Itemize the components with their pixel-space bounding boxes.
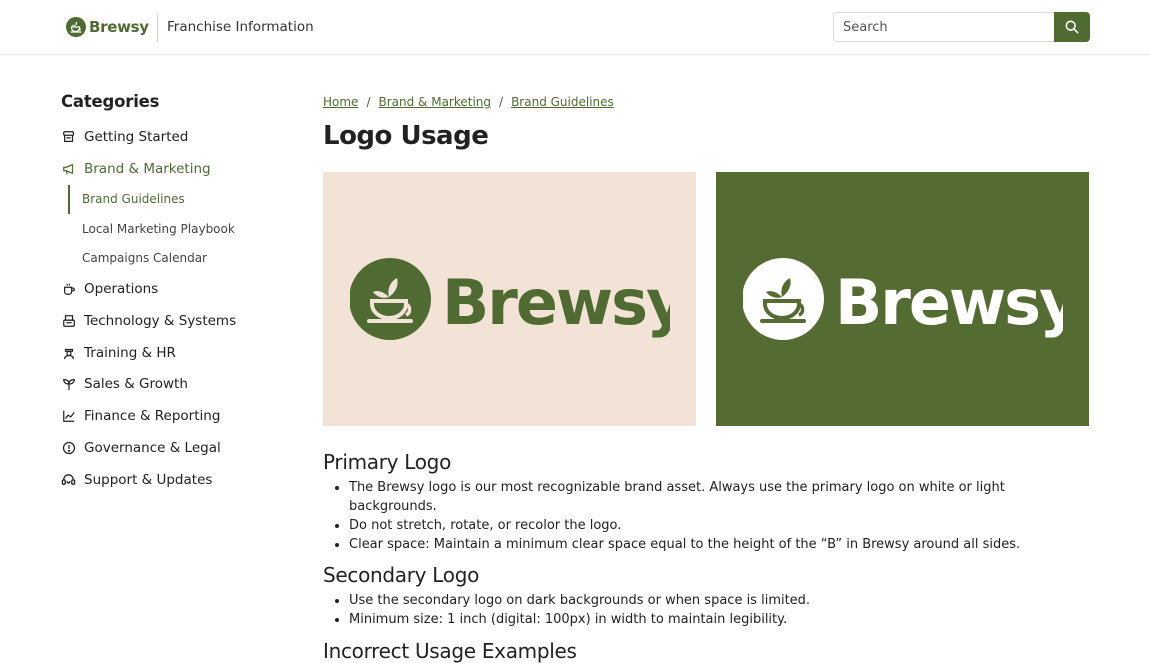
search-icon: [1065, 20, 1079, 34]
breadcrumb-home[interactable]: Home: [323, 95, 358, 109]
sidebar-item-label: Sales & Growth: [84, 376, 188, 393]
primary-logo-emblem: [349, 258, 431, 340]
barista-icon: [61, 345, 76, 360]
search-input[interactable]: [833, 12, 1054, 42]
sidebar: Categories Getting Started Brand & Marke…: [61, 92, 301, 496]
category-list: Getting Started Brand & Marketing Brand …: [61, 121, 301, 496]
search-button[interactable]: [1054, 12, 1090, 42]
search-bar: [833, 12, 1090, 42]
breadcrumb-brand-marketing[interactable]: Brand & Marketing: [378, 95, 491, 109]
breadcrumb-separator: /: [499, 95, 504, 109]
sidebar-item-finance-reporting[interactable]: Finance & Reporting: [61, 400, 301, 432]
sidebar-item-label: Technology & Systems: [84, 312, 237, 329]
secondary-logo-heading: Secondary Logo: [323, 563, 480, 587]
brand-marketing-subnav: Brand Guidelines Local Marketing Playboo…: [68, 184, 301, 274]
breadcrumb-brand-guidelines[interactable]: Brand Guidelines: [511, 95, 614, 109]
primary-logo-image: Brewsy: [349, 258, 670, 340]
register-icon: [61, 313, 76, 328]
sidebar-item-governance-legal[interactable]: Governance & Legal: [61, 432, 301, 464]
support-headset-icon: [61, 472, 76, 487]
sprout-icon: [61, 377, 76, 392]
secondary-logo-text: Brewsy: [835, 266, 1063, 339]
sidebar-item-label: Getting Started: [84, 128, 189, 145]
sidebar-item-sales-growth[interactable]: Sales & Growth: [61, 368, 301, 400]
list-item: The Brewsy logo is our most recognizable…: [349, 478, 1089, 516]
sidebar-item-training-hr[interactable]: Training & HR: [61, 337, 301, 369]
brand-logo-link[interactable]: Brewsy: [66, 15, 149, 39]
breadcrumb-separator: /: [366, 95, 371, 109]
subnav-item-local-marketing-playbook[interactable]: Local Marketing Playbook: [68, 214, 301, 244]
list-item: Clear space: Maintain a minimum clear sp…: [349, 535, 1089, 554]
sidebar-item-label: Finance & Reporting: [84, 408, 221, 425]
sidebar-item-support-updates[interactable]: Support & Updates: [61, 464, 301, 496]
coffee-cup-icon: [61, 281, 76, 296]
header-title: Franchise Information: [167, 19, 314, 35]
cups-stack-icon: [61, 129, 76, 144]
megaphone-icon: [61, 161, 76, 176]
header-divider: [157, 13, 158, 42]
sidebar-item-label: Brand & Marketing: [84, 160, 211, 177]
sidebar-item-brand-marketing[interactable]: Brand & Marketing: [61, 153, 301, 185]
incorrect-usage-heading: Incorrect Usage Examples: [323, 639, 577, 663]
list-item: Minimum size: 1 inch (digital: 100px) in…: [349, 610, 1089, 629]
primary-logo-text: Brewsy: [442, 266, 670, 339]
brand-marketing-subnav-container: Brand Guidelines Local Marketing Playboo…: [61, 184, 301, 274]
sidebar-heading: Categories: [61, 92, 160, 111]
list-item: Use the secondary logo on dark backgroun…: [349, 591, 1089, 610]
sidebar-item-label: Support & Updates: [84, 471, 213, 488]
breadcrumb: Home / Brand & Marketing / Brand Guideli…: [323, 92, 1089, 112]
top-header: Brewsy Franchise Information: [0, 0, 1150, 55]
page-title: Logo Usage: [323, 121, 489, 151]
subnav-item-campaigns-calendar[interactable]: Campaigns Calendar: [68, 244, 301, 274]
sidebar-item-getting-started[interactable]: Getting Started: [61, 121, 301, 153]
secondary-logo-emblem: [742, 258, 824, 340]
sidebar-item-operations[interactable]: Operations: [61, 273, 301, 305]
logo-showcase: Brewsy Brewsy: [323, 172, 1089, 426]
subnav-item-brand-guidelines[interactable]: Brand Guidelines: [68, 184, 301, 215]
sidebar-item-label: Training & HR: [84, 344, 176, 361]
main-content: Home / Brand & Marketing / Brand Guideli…: [323, 92, 1089, 663]
sidebar-item-label: Operations: [84, 280, 159, 297]
brewsy-cup-icon: [66, 17, 86, 37]
list-item: Do not stretch, rotate, or recolor the l…: [349, 516, 1089, 535]
sidebar-item-label: Governance & Legal: [84, 439, 221, 456]
alert-circle-icon: [61, 440, 76, 455]
primary-logo-preview: Brewsy: [323, 172, 696, 426]
brand-name: Brewsy: [89, 18, 149, 36]
primary-logo-rules: The Brewsy logo is our most recognizable…: [323, 478, 1089, 554]
secondary-logo-rules: Use the secondary logo on dark backgroun…: [323, 591, 1089, 629]
secondary-logo-preview: Brewsy: [716, 172, 1089, 426]
secondary-logo-image: Brewsy: [742, 258, 1063, 340]
primary-logo-heading: Primary Logo: [323, 450, 452, 474]
sidebar-item-technology-systems[interactable]: Technology & Systems: [61, 305, 301, 337]
line-chart-icon: [61, 409, 76, 424]
